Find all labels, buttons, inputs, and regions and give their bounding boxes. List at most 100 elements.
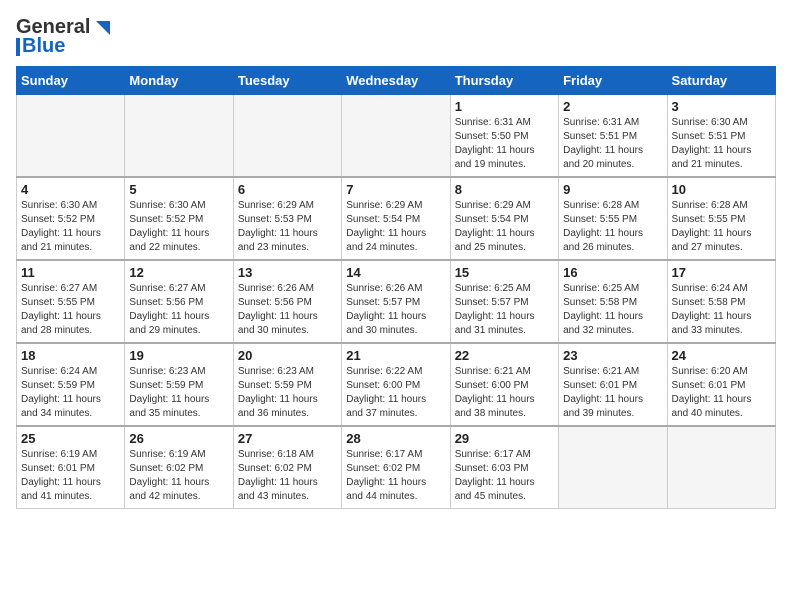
- day-number: 26: [129, 431, 228, 446]
- calendar-week-row: 1 Sunrise: 6:31 AM Sunset: 5:50 PM Daylig…: [17, 95, 776, 178]
- calendar-week-row: 11 Sunrise: 6:27 AM Sunset: 5:55 PM Dayli…: [17, 260, 776, 343]
- calendar-cell: [342, 95, 450, 178]
- calendar-cell: 20 Sunrise: 6:23 AM Sunset: 5:59 PM Dayli…: [233, 343, 341, 426]
- day-info: Sunrise: 6:29 AM Sunset: 5:53 PM Dayligh…: [238, 199, 337, 255]
- calendar-cell: 8 Sunrise: 6:29 AM Sunset: 5:54 PM Daylig…: [450, 177, 558, 260]
- day-info: Sunrise: 6:18 AM Sunset: 6:02 PM Dayligh…: [238, 448, 337, 504]
- day-info: Sunrise: 6:26 AM Sunset: 5:57 PM Dayligh…: [346, 282, 445, 338]
- calendar-cell: 4 Sunrise: 6:30 AM Sunset: 5:52 PM Daylig…: [17, 177, 125, 260]
- logo-triangle-icon: [90, 17, 112, 39]
- logo: General Blue: [16, 16, 112, 58]
- calendar-cell: 9 Sunrise: 6:28 AM Sunset: 5:55 PM Daylig…: [559, 177, 667, 260]
- logo-bar: [16, 38, 20, 56]
- day-info: Sunrise: 6:19 AM Sunset: 6:02 PM Dayligh…: [129, 448, 228, 504]
- calendar-cell: [233, 95, 341, 178]
- day-number: 2: [563, 99, 662, 114]
- day-number: 17: [672, 265, 771, 280]
- day-info: Sunrise: 6:25 AM Sunset: 5:57 PM Dayligh…: [455, 282, 554, 338]
- day-number: 16: [563, 265, 662, 280]
- day-number: 22: [455, 348, 554, 363]
- calendar-cell: [559, 426, 667, 509]
- day-number: 6: [238, 182, 337, 197]
- day-info: Sunrise: 6:30 AM Sunset: 5:52 PM Dayligh…: [21, 199, 120, 255]
- day-info: Sunrise: 6:17 AM Sunset: 6:03 PM Dayligh…: [455, 448, 554, 504]
- day-number: 18: [21, 348, 120, 363]
- calendar-cell: 28 Sunrise: 6:17 AM Sunset: 6:02 PM Dayli…: [342, 426, 450, 509]
- calendar-cell: 25Sunrise: 6:19 AM Sunset: 6:01 PM Dayli…: [17, 426, 125, 509]
- calendar-cell: 27Sunrise: 6:18 AM Sunset: 6:02 PM Dayli…: [233, 426, 341, 509]
- column-header-thursday: Thursday: [450, 67, 558, 95]
- day-number: 1: [455, 99, 554, 114]
- calendar-cell: 17 Sunrise: 6:24 AM Sunset: 5:58 PM Dayli…: [667, 260, 775, 343]
- day-info: Sunrise: 6:27 AM Sunset: 5:55 PM Dayligh…: [21, 282, 120, 338]
- day-number: 14: [346, 265, 445, 280]
- day-info: Sunrise: 6:26 AM Sunset: 5:56 PM Dayligh…: [238, 282, 337, 338]
- calendar-cell: 7Sunrise: 6:29 AM Sunset: 5:54 PM Daylig…: [342, 177, 450, 260]
- calendar-cell: [667, 426, 775, 509]
- day-info: Sunrise: 6:30 AM Sunset: 5:51 PM Dayligh…: [672, 116, 771, 172]
- day-number: 11: [21, 265, 120, 280]
- logo-blue: Blue: [22, 35, 65, 58]
- column-header-friday: Friday: [559, 67, 667, 95]
- day-info: Sunrise: 6:17 AM Sunset: 6:02 PM Dayligh…: [346, 448, 445, 504]
- day-number: 5: [129, 182, 228, 197]
- day-number: 20: [238, 348, 337, 363]
- day-number: 25: [21, 431, 120, 446]
- day-number: 24: [672, 348, 771, 363]
- calendar-cell: 29 Sunrise: 6:17 AM Sunset: 6:03 PM Dayli…: [450, 426, 558, 509]
- calendar-cell: 16 Sunrise: 6:25 AM Sunset: 5:58 PM Dayli…: [559, 260, 667, 343]
- day-number: 15: [455, 265, 554, 280]
- calendar-header-row: SundayMondayTuesdayWednesdayThursdayFrid…: [17, 67, 776, 95]
- calendar-cell: 12Sunrise: 6:27 AM Sunset: 5:56 PM Dayli…: [125, 260, 233, 343]
- calendar-cell: 23Sunrise: 6:21 AM Sunset: 6:01 PM Dayli…: [559, 343, 667, 426]
- calendar-cell: 26 Sunrise: 6:19 AM Sunset: 6:02 PM Dayli…: [125, 426, 233, 509]
- day-info: Sunrise: 6:25 AM Sunset: 5:58 PM Dayligh…: [563, 282, 662, 338]
- calendar-cell: 21 Sunrise: 6:22 AM Sunset: 6:00 PM Dayli…: [342, 343, 450, 426]
- column-header-wednesday: Wednesday: [342, 67, 450, 95]
- day-number: 29: [455, 431, 554, 446]
- calendar-cell: 10 Sunrise: 6:28 AM Sunset: 5:55 PM Dayli…: [667, 177, 775, 260]
- calendar-week-row: 4 Sunrise: 6:30 AM Sunset: 5:52 PM Daylig…: [17, 177, 776, 260]
- calendar-cell: 6 Sunrise: 6:29 AM Sunset: 5:53 PM Daylig…: [233, 177, 341, 260]
- day-info: Sunrise: 6:24 AM Sunset: 5:58 PM Dayligh…: [672, 282, 771, 338]
- day-info: Sunrise: 6:28 AM Sunset: 5:55 PM Dayligh…: [672, 199, 771, 255]
- day-info: Sunrise: 6:29 AM Sunset: 5:54 PM Dayligh…: [455, 199, 554, 255]
- day-number: 12: [129, 265, 228, 280]
- calendar-cell: 18Sunrise: 6:24 AM Sunset: 5:59 PM Dayli…: [17, 343, 125, 426]
- calendar-cell: [125, 95, 233, 178]
- day-info: Sunrise: 6:28 AM Sunset: 5:55 PM Dayligh…: [563, 199, 662, 255]
- day-info: Sunrise: 6:30 AM Sunset: 5:52 PM Dayligh…: [129, 199, 228, 255]
- calendar-cell: 2 Sunrise: 6:31 AM Sunset: 5:51 PM Daylig…: [559, 95, 667, 178]
- day-info: Sunrise: 6:22 AM Sunset: 6:00 PM Dayligh…: [346, 365, 445, 421]
- column-header-sunday: Sunday: [17, 67, 125, 95]
- day-info: Sunrise: 6:31 AM Sunset: 5:51 PM Dayligh…: [563, 116, 662, 172]
- day-info: Sunrise: 6:23 AM Sunset: 5:59 PM Dayligh…: [238, 365, 337, 421]
- calendar-table: SundayMondayTuesdayWednesdayThursdayFrid…: [16, 66, 776, 509]
- day-info: Sunrise: 6:29 AM Sunset: 5:54 PM Dayligh…: [346, 199, 445, 255]
- day-number: 19: [129, 348, 228, 363]
- day-info: Sunrise: 6:20 AM Sunset: 6:01 PM Dayligh…: [672, 365, 771, 421]
- calendar-cell: 3 Sunrise: 6:30 AM Sunset: 5:51 PM Daylig…: [667, 95, 775, 178]
- day-number: 28: [346, 431, 445, 446]
- calendar-cell: 1 Sunrise: 6:31 AM Sunset: 5:50 PM Daylig…: [450, 95, 558, 178]
- day-number: 3: [672, 99, 771, 114]
- calendar-cell: 24 Sunrise: 6:20 AM Sunset: 6:01 PM Dayli…: [667, 343, 775, 426]
- calendar-cell: 22Sunrise: 6:21 AM Sunset: 6:00 PM Dayli…: [450, 343, 558, 426]
- day-info: Sunrise: 6:23 AM Sunset: 5:59 PM Dayligh…: [129, 365, 228, 421]
- day-number: 8: [455, 182, 554, 197]
- day-info: Sunrise: 6:21 AM Sunset: 6:01 PM Dayligh…: [563, 365, 662, 421]
- day-number: 10: [672, 182, 771, 197]
- day-info: Sunrise: 6:31 AM Sunset: 5:50 PM Dayligh…: [455, 116, 554, 172]
- column-header-monday: Monday: [125, 67, 233, 95]
- day-number: 4: [21, 182, 120, 197]
- calendar-cell: 5 Sunrise: 6:30 AM Sunset: 5:52 PM Daylig…: [125, 177, 233, 260]
- calendar-cell: [17, 95, 125, 178]
- day-number: 9: [563, 182, 662, 197]
- calendar-cell: 11 Sunrise: 6:27 AM Sunset: 5:55 PM Dayli…: [17, 260, 125, 343]
- calendar-cell: 13 Sunrise: 6:26 AM Sunset: 5:56 PM Dayli…: [233, 260, 341, 343]
- day-number: 13: [238, 265, 337, 280]
- day-number: 21: [346, 348, 445, 363]
- page-header: General Blue: [16, 16, 776, 58]
- calendar-cell: 14 Sunrise: 6:26 AM Sunset: 5:57 PM Dayli…: [342, 260, 450, 343]
- column-header-saturday: Saturday: [667, 67, 775, 95]
